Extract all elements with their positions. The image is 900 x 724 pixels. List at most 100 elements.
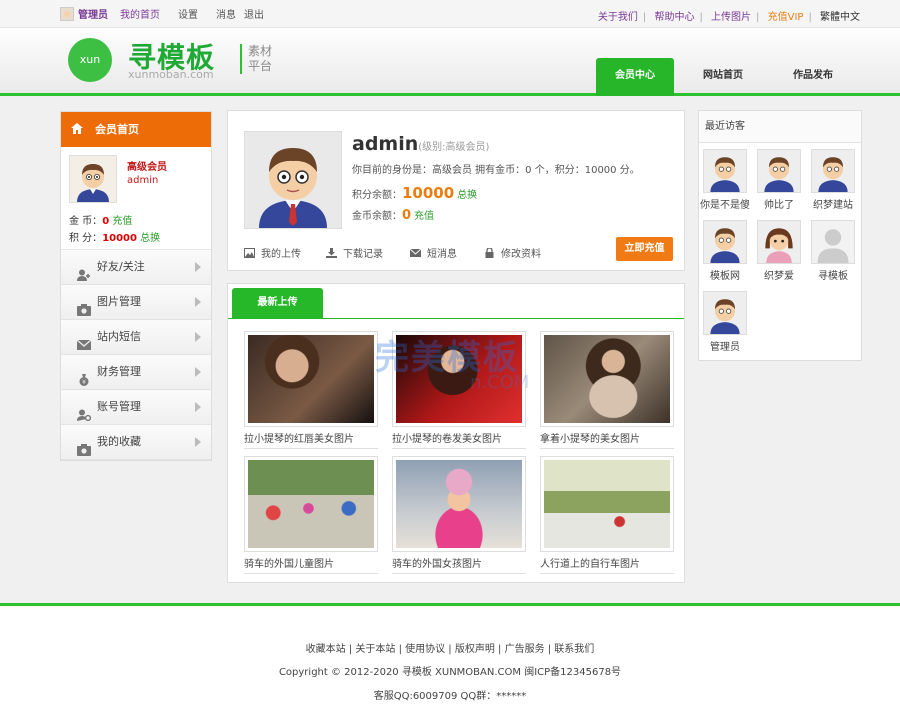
photo-caption[interactable]: 骑车的外国女孩图片 — [392, 555, 526, 570]
visitor-item[interactable]: 织梦建站 — [807, 149, 859, 211]
sidebar-item-friends[interactable]: 好友/关注 — [61, 250, 211, 285]
photo-thumbnail[interactable] — [244, 456, 378, 552]
sidebar-item-label: 我的收藏 — [97, 435, 141, 448]
gold-recharge-link[interactable]: 充值 — [112, 216, 132, 227]
chevron-right-icon — [195, 402, 201, 412]
footer-copyright: Copyright © 2012-2020 寻模板 XUNMOBAN.COM 闽… — [278, 667, 622, 678]
visitor-name[interactable]: 寻模板 — [807, 267, 859, 282]
upload-link[interactable]: 上传图片 — [711, 12, 751, 23]
visitor-name[interactable]: 织梦爱 — [753, 267, 805, 282]
recharge-now-button[interactable]: 立即充值 — [616, 237, 673, 261]
sidebar-item-messages[interactable]: 站内短信 — [61, 320, 211, 355]
sidebar-item-label: 图片管理 — [97, 295, 141, 308]
visitor-avatar[interactable] — [757, 149, 801, 193]
points-exchange-button[interactable]: 总换 — [457, 190, 477, 201]
visitor-name[interactable]: 你是不是傻 — [699, 196, 751, 211]
top-user-link[interactable]: 管理员 — [78, 6, 108, 21]
traditional-link[interactable]: 繁體中文 — [820, 12, 860, 23]
watermark-url: n.COM — [470, 372, 530, 393]
about-link[interactable]: 关于我们 — [598, 12, 638, 23]
visitor-avatar[interactable] — [703, 291, 747, 335]
gold-recharge-button[interactable]: 充值 — [414, 211, 434, 222]
site-header: xun 寻模板 xunmoban.com 素材 平台 会员中心 网站首页 作品发布 — [0, 28, 900, 96]
visitor-name[interactable]: 织梦建站 — [807, 196, 859, 211]
photo-card[interactable]: 拉小提琴的红唇美女图片 — [244, 331, 378, 455]
nav-site-home[interactable]: 网站首页 — [684, 58, 762, 96]
points-exchange-link[interactable]: 总换 — [140, 233, 160, 244]
short-message-link[interactable]: 短消息 — [409, 245, 457, 260]
sidebar-item-favorites[interactable]: 我的收藏 — [61, 425, 211, 460]
chevron-right-icon — [195, 332, 201, 342]
edit-profile-link[interactable]: 修改资料 — [484, 245, 541, 260]
visitor-avatar[interactable] — [811, 149, 855, 193]
visitor-avatar[interactable] — [703, 220, 747, 264]
photo-thumbnail[interactable] — [392, 456, 526, 552]
photo-thumbnail[interactable] — [540, 331, 674, 427]
profile-card: admin(级别:高级会员) 你目前的身份是：高级会员 拥有金币：0 个，积分：… — [227, 110, 685, 271]
sidebar-item-finance[interactable]: ¥ 财务管理 — [61, 355, 211, 390]
logo-circle[interactable]: xun — [68, 38, 112, 82]
help-link[interactable]: 帮助中心 — [654, 12, 694, 23]
visitor-avatar[interactable] — [703, 149, 747, 193]
photo-thumbnail[interactable] — [540, 456, 674, 552]
top-link-settings[interactable]: 设置 — [178, 6, 198, 21]
photo-caption[interactable]: 骑车的外国儿童图片 — [244, 555, 378, 570]
photo-card[interactable]: 骑车的外国女孩图片 — [392, 456, 526, 580]
visitor-item[interactable]: 你是不是傻 — [699, 149, 751, 211]
top-link-home[interactable]: 我的首页 — [120, 6, 160, 21]
mail-icon — [76, 331, 92, 350]
chevron-right-icon — [195, 262, 201, 272]
photo-caption[interactable]: 拉小提琴的卷发美女图片 — [392, 430, 526, 445]
visitor-name[interactable]: 模板网 — [699, 267, 751, 282]
tab-latest-uploads[interactable]: 最新上传 — [232, 288, 323, 318]
user-avatar-icon — [60, 6, 74, 21]
visitor-item[interactable]: 管理员 — [699, 291, 751, 353]
top-link-logout[interactable]: 退出 — [244, 6, 264, 21]
visitor-item[interactable]: 织梦爱 — [753, 220, 805, 282]
visitors-title: 最近访客 — [699, 111, 861, 143]
visitor-item[interactable]: 模板网 — [699, 220, 751, 282]
top-link-messages[interactable]: 消息 — [216, 6, 236, 21]
visitor-item[interactable]: 寻模板 — [807, 220, 859, 282]
visitor-avatar[interactable] — [811, 220, 855, 264]
profile-username: admin(级别:高级会员) — [352, 133, 490, 155]
camera-icon — [77, 436, 91, 456]
nav-member-center[interactable]: 会员中心 — [596, 58, 674, 96]
users-icon — [77, 261, 91, 281]
chevron-right-icon — [195, 367, 201, 377]
photo-caption[interactable]: 人行道上的自行车图片 — [540, 555, 674, 570]
visitor-name[interactable]: 帅比了 — [753, 196, 805, 211]
sidebar-head[interactable]: 会员首页 — [61, 112, 211, 147]
photo-card[interactable]: 骑车的外国儿童图片 — [244, 456, 378, 580]
download-records-link[interactable]: 下载记录 — [326, 245, 383, 260]
top-left-links: 管理员 我的首页 设置 消息 退出 — [60, 6, 276, 21]
home-icon — [71, 113, 83, 134]
vip-link[interactable]: 充值VIP — [768, 12, 804, 23]
sidebar-item-label: 账号管理 — [97, 400, 141, 413]
photo-caption[interactable]: 拿着小提琴的美女图片 — [540, 430, 674, 445]
footer-contact: 客服QQ:6009709 QQ群：****** — [373, 691, 527, 702]
svg-text:¥: ¥ — [82, 379, 86, 386]
top-bar: 管理员 我的首页 设置 消息 退出 关于我们 | 帮助中心 | 上传图片 | 充值VI… — [0, 0, 900, 28]
member-name: admin — [127, 175, 159, 186]
sidebar-item-account[interactable]: 账号管理 — [61, 390, 211, 425]
nav-publish[interactable]: 作品发布 — [774, 58, 852, 96]
member-level: 高级会员 — [127, 162, 167, 173]
sidebar-user-card: 高级会员 admin 金 币：0 充值 积 分：10000 总换 — [61, 147, 211, 250]
visitor-name[interactable]: 管理员 — [699, 338, 751, 353]
logo-subtitle: xunmoban.com — [128, 68, 214, 81]
sidebar-item-images[interactable]: 图片管理 — [61, 285, 211, 320]
photo-caption[interactable]: 拉小提琴的红唇美女图片 — [244, 430, 378, 445]
visitor-avatar[interactable] — [757, 220, 801, 264]
visitor-item[interactable]: 帅比了 — [753, 149, 805, 211]
my-uploads-link[interactable]: 我的上传 — [244, 245, 301, 260]
footer-links[interactable]: 收藏本站 | 关于本站 | 使用协议 | 版权声明 | 广告服务 | 联系我们 — [0, 640, 900, 655]
user-avatar[interactable] — [69, 155, 117, 203]
recent-visitors-panel: 最近访客 你是不是傻 帅比了 织梦建站 模板网 织梦爱 寻模板 管理员 — [698, 110, 862, 361]
profile-avatar[interactable] — [244, 131, 342, 229]
moneybag-icon: ¥ — [77, 366, 91, 386]
photo-thumbnail[interactable] — [244, 331, 378, 427]
photo-card[interactable]: 拿着小提琴的美女图片 — [540, 331, 674, 455]
photo-card[interactable]: 人行道上的自行车图片 — [540, 456, 674, 580]
chevron-right-icon — [195, 437, 201, 447]
